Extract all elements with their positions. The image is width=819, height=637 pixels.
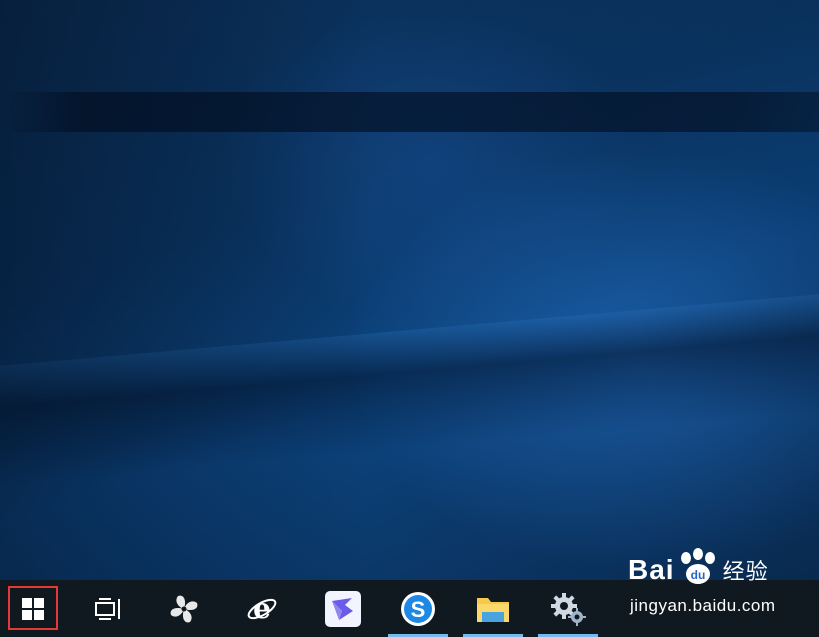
watermark-url: jingyan.baidu.com [630,596,776,615]
swift-app[interactable] [316,580,370,637]
swift-bird-icon [325,590,361,627]
watermark-brand-bai: Bai [628,554,675,585]
pinwheel-icon [170,595,198,622]
wallpaper-shade [0,0,819,580]
sogou-s-icon: S [401,591,435,626]
pinwheel-app[interactable] [158,580,210,637]
file-explorer[interactable] [463,580,523,637]
settings[interactable] [538,580,598,637]
sogou-browser[interactable]: S [388,580,448,637]
start-button-highlight [8,586,58,630]
internet-explorer[interactable]: e [236,580,288,637]
desktop-wallpaper [0,0,819,580]
task-view-icon [95,597,120,620]
internet-explorer-icon: e [247,593,277,625]
gears-icon [551,592,586,626]
baidu-jingyan-watermark: du Bai 经验 jingyan.baidu.com [628,548,813,620]
folder-icon [477,597,509,622]
task-view-button[interactable] [82,580,134,637]
svg-text:S: S [411,597,426,622]
watermark-brand: Bai 经验 [628,554,769,586]
watermark-cn: 经验 [722,559,769,584]
svg-text:e: e [253,593,271,625]
